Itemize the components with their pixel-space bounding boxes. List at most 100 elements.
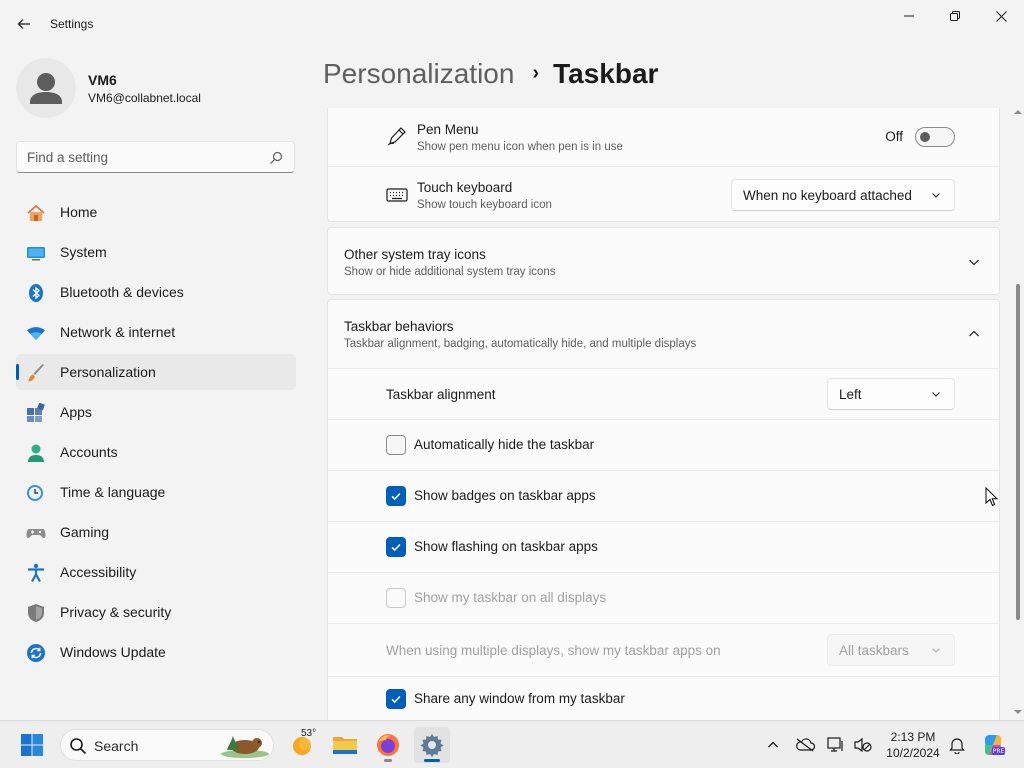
multi-display-row: When using multiple displays, show my ta… [328,623,999,676]
taskbar: Search 53° 2:13 PM 10/2/2024 PRE [0,720,1024,768]
sidebar-nav: Home System Bluetooth & devices Network … [16,194,296,674]
scroll-up-arrow-icon[interactable] [1014,108,1022,116]
sidebar-item-home[interactable]: Home [16,194,296,230]
clock-time: 2:13 PM [890,730,936,744]
taskbar-alignment-label: Taskbar alignment [386,387,496,402]
taskbar-settings[interactable] [414,727,450,763]
restore-icon [950,11,960,21]
sidebar-item-time-language[interactable]: Time & language [16,474,296,510]
keyboard-icon [386,184,408,206]
breadcrumb-parent[interactable]: Personalization [323,58,514,89]
taskbar-alignment-row: Taskbar alignment Left [328,368,999,419]
sidebar-item-bluetooth[interactable]: Bluetooth & devices [16,274,296,310]
accounts-icon [26,443,46,463]
flashing-checkbox[interactable] [386,537,406,557]
avatar[interactable] [16,58,76,118]
other-tray-subtitle: Show or hide additional system tray icon… [344,266,556,278]
sidebar-item-system[interactable]: System [16,234,296,270]
taskbar-clock[interactable]: 2:13 PM 10/2/2024 [880,729,946,761]
sidebar-item-personalization[interactable]: Personalization [16,354,296,390]
search-input[interactable]: Find a setting [16,141,295,173]
firefox-icon [377,734,399,756]
weather-temperature: 53° [301,728,317,739]
scroll-down-arrow-icon[interactable] [1014,708,1022,716]
back-button[interactable] [10,10,38,38]
network-display-icon[interactable] [826,735,846,755]
scrollbar-thumb[interactable] [1016,284,1020,620]
badges-checkbox[interactable] [386,486,406,506]
sidebar-item-accessibility[interactable]: Accessibility [16,554,296,590]
all-displays-checkbox[interactable] [386,588,406,608]
sidebar-item-gaming[interactable]: Gaming [16,514,296,550]
taskbar-alignment-dropdown[interactable]: Left [827,378,955,410]
volume-muted-icon[interactable] [853,735,873,755]
other-tray-card[interactable]: Other system tray icons Show or hide add… [327,227,1000,295]
page-title: Taskbar [553,58,659,89]
system-icon [26,243,46,263]
share-window-checkbox[interactable] [386,689,406,709]
search-icon [70,738,87,755]
chevron-down-icon[interactable] [967,255,981,269]
pen-menu-state: Off [885,129,903,144]
restore-button[interactable] [932,0,978,32]
app-title: Settings [50,17,94,31]
sidebar-item-network[interactable]: Network & internet [16,314,296,350]
mouse-cursor-icon [985,487,999,507]
checkmark-icon [391,695,401,704]
copilot-icon[interactable]: PRE [980,732,1006,758]
settings-content: Pen Menu Show pen menu icon when pen is … [327,108,1000,720]
multi-display-label: When using multiple displays, show my ta… [386,643,721,658]
close-button[interactable] [978,0,1024,32]
sidebar-item-accounts[interactable]: Accounts [16,434,296,470]
sidebar-item-windows-update[interactable]: Windows Update [16,634,296,670]
touch-keyboard-dropdown[interactable]: When no keyboard attached [731,179,955,211]
taskbar-firefox[interactable] [370,727,406,763]
sidebar-item-apps[interactable]: Apps [16,394,296,430]
active-indicator [424,759,440,762]
pen-menu-toggle[interactable] [915,127,955,147]
show-hidden-icons-chevron-up-icon[interactable] [763,735,783,755]
file-explorer-icon [333,737,357,754]
back-arrow-icon [17,19,30,29]
shield-icon [26,603,46,623]
windows-start-icon[interactable] [20,733,44,757]
checkmark-icon [391,492,401,501]
scrollbar[interactable] [1012,108,1024,720]
clock-date: 10/2/2024 [886,746,940,760]
search-highlight-art-icon [221,736,269,758]
breadcrumb: Personalization › Taskbar [323,58,658,90]
breadcrumb-separator: › [532,62,540,84]
minimize-icon [904,15,914,17]
taskbar-behaviors-card: Taskbar behaviors Taskbar alignment, bad… [327,299,1000,720]
sidebar-item-privacy-security[interactable]: Privacy & security [16,594,296,630]
accessibility-icon [26,563,46,583]
chevron-down-icon [932,392,940,397]
touch-keyboard-title: Touch keyboard [417,180,513,195]
search-placeholder: Find a setting [27,150,109,165]
multi-display-dropdown[interactable]: All taskbars [827,634,955,666]
settings-gear-icon [420,734,444,757]
system-tray-card: Pen Menu Show pen menu icon when pen is … [327,108,1000,222]
taskbar-behaviors-header[interactable]: Taskbar behaviors Taskbar alignment, bad… [328,300,999,368]
taskbar-behaviors-subtitle: Taskbar alignment, badging, automaticall… [344,338,697,350]
share-window-label: Share any window from my taskbar [414,691,625,706]
all-displays-row: Show my taskbar on all displays [328,572,999,623]
flashing-row: Show flashing on taskbar apps [328,521,999,572]
svg-text:PRE: PRE [993,748,1005,755]
clock-globe-icon [26,483,46,503]
home-icon [26,203,46,223]
taskbar-file-explorer[interactable] [327,727,363,763]
share-window-row: Share any window from my taskbar [328,676,999,720]
taskbar-search[interactable]: Search [60,729,274,761]
wifi-icon [26,323,46,343]
auto-hide-label: Automatically hide the taskbar [414,437,595,452]
notification-bell-icon[interactable] [947,735,967,755]
chevron-up-icon[interactable] [967,327,981,341]
pen-menu-subtitle: Show pen menu icon when pen is in use [417,141,623,153]
checkmark-icon [391,543,401,552]
chevron-down-icon [932,648,940,653]
onedrive-sync-icon[interactable] [795,735,815,755]
auto-hide-checkbox[interactable] [386,435,406,455]
minimize-button[interactable] [886,0,932,32]
badges-row: Show badges on taskbar apps [328,470,999,521]
